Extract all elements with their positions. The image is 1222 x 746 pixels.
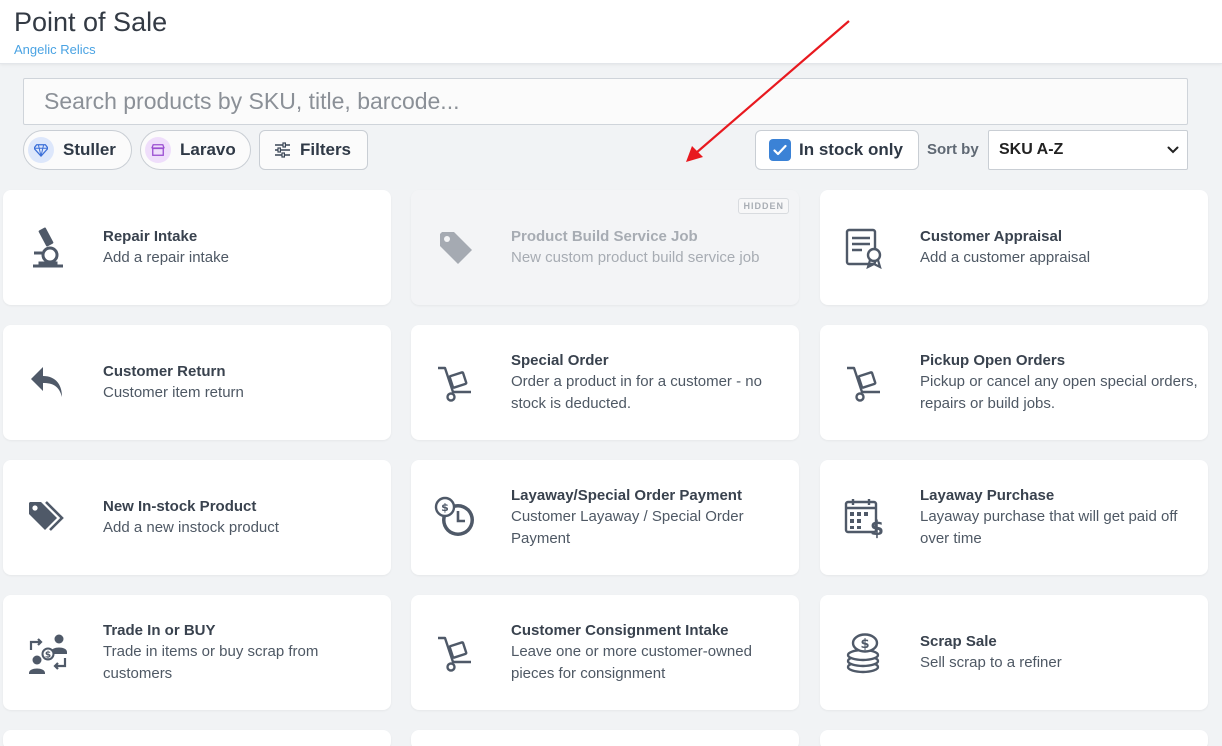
coins-stack-icon: $ [842,630,888,676]
filters-button[interactable]: Filters [259,130,368,170]
card-pickup-open-orders[interactable]: Pickup Open Orders Pickup or cancel any … [820,325,1208,440]
money-clock-icon: $ [433,495,479,541]
card-description: Pickup or cancel any open special orders… [920,372,1198,412]
card-special-order[interactable]: Special Order Order a product in for a c… [411,325,799,440]
card-description: Order a product in for a customer - no s… [511,372,762,412]
certificate-icon [842,225,888,271]
page-title: Point of Sale [14,7,168,37]
card-title: Special Order [511,351,609,369]
vendor-filter-laravo[interactable]: Laravo [140,130,251,170]
card-description: Layaway purchase that will get paid off … [920,507,1178,547]
vendor-filter-label: Laravo [180,140,236,159]
card-title: Pickup Open Orders [920,351,1066,369]
card-title: Customer Return [103,362,226,380]
card-partial[interactable] [3,730,391,746]
sort-select-value: SKU A-Z [999,141,1064,158]
svg-text:$: $ [860,637,869,652]
sliders-icon [275,142,290,158]
card-description: Add a repair intake [103,248,229,266]
card-description: Customer item return [103,383,244,401]
return-arrow-icon [25,360,71,406]
diamond-icon [28,137,54,163]
filters-label: Filters [300,140,352,159]
calendar-dollar-icon: $ [842,495,888,541]
card-layaway-purchase[interactable]: $ Layaway Purchase Layaway purchase that… [820,460,1208,575]
card-description: Customer Layaway / Special Order Payment [511,507,744,547]
card-trade-in-or-buy[interactable]: $ Trade In or BUY Trade in items or buy … [3,595,391,710]
in-stock-toggle[interactable]: In stock only [755,130,919,170]
card-description: Add a customer appraisal [920,248,1091,266]
card-description: New custom product build service job [511,248,760,266]
card-repair-intake[interactable]: Repair Intake Add a repair intake [3,190,391,305]
hand-truck-icon [842,360,888,406]
in-stock-checkbox[interactable] [769,139,791,161]
card-title: Customer Consignment Intake [511,621,729,639]
chevron-down-icon [1167,146,1179,154]
card-title: Trade In or BUY [103,621,216,639]
card-title: Layaway Purchase [920,486,1055,504]
tags-icon [25,495,71,541]
card-title: Customer Appraisal [920,227,1062,245]
sort-by-label: Sort by [927,141,979,158]
vendor-filter-label: Stuller [63,140,116,159]
svg-text:$: $ [45,651,51,661]
card-layaway-special-order-payment[interactable]: $ Layaway/Special Order Payment Customer… [411,460,799,575]
store-name[interactable]: Angelic Relics [14,42,96,57]
store-icon [145,137,171,163]
card-new-in-stock-product[interactable]: New In-stock Product Add a new instock p… [3,460,391,575]
card-partial[interactable] [411,730,799,746]
card-title: Product Build Service Job [511,227,698,245]
app-header: Point of Sale Angelic Relics [0,0,1222,64]
card-title: Layaway/Special Order Payment [511,486,742,504]
hand-truck-icon [433,360,479,406]
hand-truck-icon [433,630,479,676]
microscope-icon [25,225,71,271]
card-partial[interactable] [820,730,1208,746]
card-customer-consignment-intake[interactable]: Customer Consignment Intake Leave one or… [411,595,799,710]
card-description: Add a new instock product [103,518,279,536]
card-description: Trade in items or buy scrap from custome… [103,642,319,682]
card-product-build-service-job[interactable]: HIDDEN Product Build Service Job New cus… [411,190,799,305]
card-scrap-sale[interactable]: $ Scrap Sale Sell scrap to a refiner [820,595,1208,710]
tag-icon [433,225,479,271]
search-input[interactable] [23,78,1188,125]
svg-text:$: $ [870,516,884,539]
card-customer-return[interactable]: Customer Return Customer item return [3,325,391,440]
card-description: Sell scrap to a refiner [920,653,1062,671]
checkmark-icon [773,144,787,156]
in-stock-label: In stock only [799,140,903,159]
card-description: Leave one or more customer-owned pieces … [511,642,752,682]
card-title: Repair Intake [103,227,198,245]
sort-select[interactable]: SKU A-Z [988,130,1188,170]
svg-text:$: $ [441,501,449,514]
card-title: Scrap Sale [920,632,997,650]
vendor-filter-stuller[interactable]: Stuller [23,130,132,170]
card-title: New In-stock Product [103,497,257,515]
card-customer-appraisal[interactable]: Customer Appraisal Add a customer apprai… [820,190,1208,305]
exchange-users-icon: $ [25,630,71,676]
